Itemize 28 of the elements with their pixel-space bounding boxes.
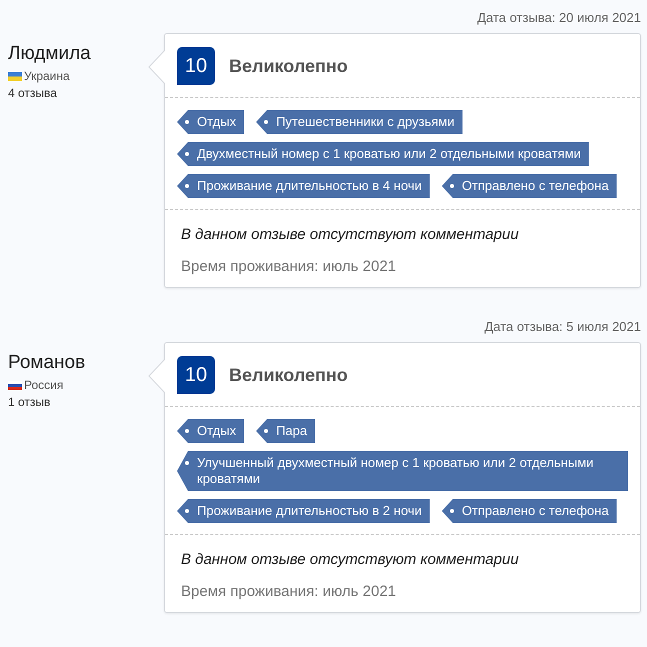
flag-icon <box>8 380 22 390</box>
flag-icon <box>8 72 22 80</box>
tag-label: Пара <box>256 419 316 443</box>
tag-label: Проживание длительностью в 4 ночи <box>177 174 430 198</box>
tag-label: Отдых <box>177 110 244 134</box>
rating-label: Великолепно <box>229 56 348 76</box>
review-count: 4 отзыва <box>8 86 58 100</box>
review-comment: В данном отзыве отсутствуют комментарии <box>181 551 520 568</box>
reviewer-country: Украина <box>24 69 70 83</box>
tag-label: Отправлено с телефона <box>442 174 617 198</box>
reviewer-country: Россия <box>24 378 64 392</box>
rating-label: Великолепно <box>229 364 348 386</box>
review-comment: В данном отзыве отсутствуют комментарии <box>181 226 520 243</box>
reviewer-name: Романов <box>8 352 86 374</box>
tag-label: Улучшенный двухместный номер с 1 кроватью или 2 отдельными кроватями <box>177 451 628 491</box>
stay-period: Время проживания: июль 2021 <box>181 583 398 600</box>
stay-period: Время проживания: июль 2021 <box>181 258 398 275</box>
review-date: Дата отзыва: 5 июля 2021 <box>484 319 641 334</box>
tag-label: Отправлено с телефона <box>442 499 617 523</box>
score-badge: 10 <box>177 356 215 394</box>
tag-label: Отдых <box>177 419 244 443</box>
review-count: 1 отзыв <box>8 395 52 409</box>
review-date: Дата отзыва: 20 июля 2021 <box>477 10 641 25</box>
tag-label: Двухместный номер с 1 кроватью или 2 отдельными кроватями <box>177 142 589 166</box>
tag-label: Проживание длительностью в 2 ночи <box>177 499 430 523</box>
tag-label: Путешественники с друзьями <box>256 110 462 134</box>
reviewer-name: Людмила <box>8 43 92 65</box>
score-badge: 10 <box>177 47 215 85</box>
